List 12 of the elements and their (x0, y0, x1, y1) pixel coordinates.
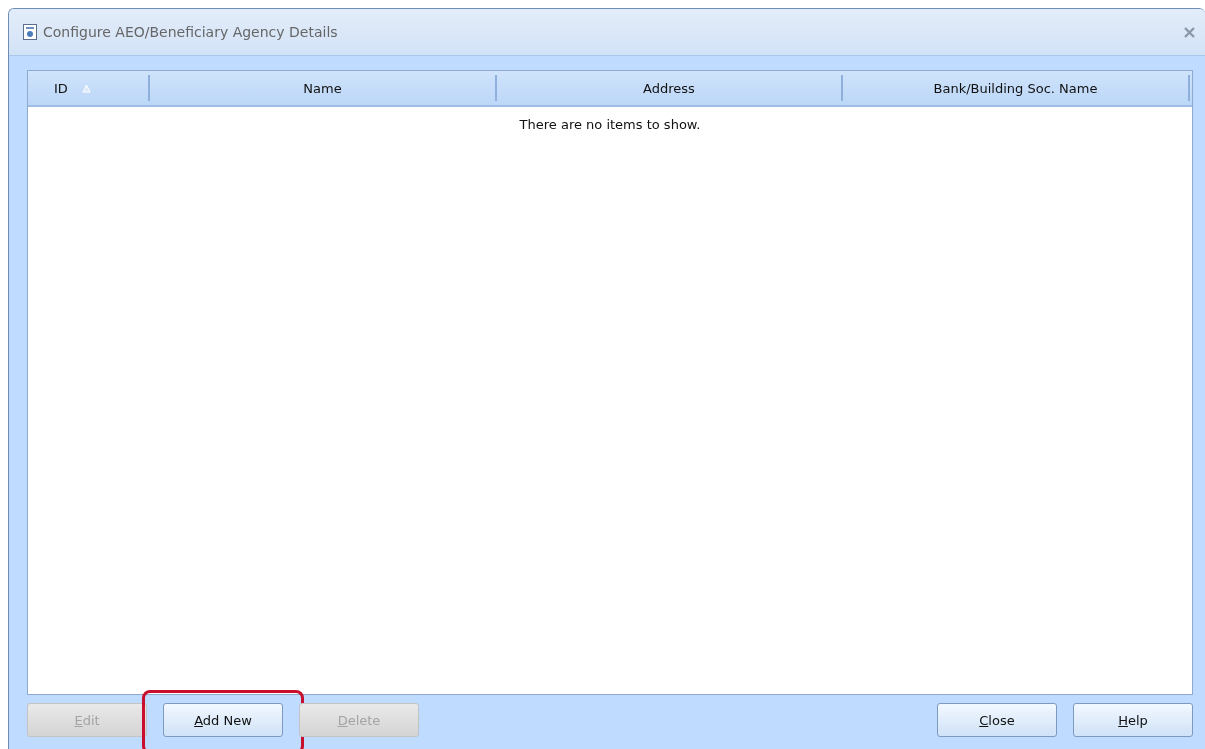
close-icon[interactable] (1184, 26, 1195, 38)
column-header[interactable]: ID (54, 80, 68, 96)
action-button[interactable]: Close (937, 703, 1057, 737)
action-button[interactable]: Help (1073, 703, 1193, 737)
highlighted-button[interactable]: Add New (163, 703, 283, 737)
sort-ascending-icon[interactable] (81, 83, 91, 93)
empty-message: There are no items to show. (519, 116, 701, 132)
column-header[interactable]: Name (303, 80, 342, 96)
column-header[interactable]: Bank/Building Soc. Name (933, 80, 1098, 96)
document-icon (23, 24, 37, 40)
window-title: Configure AEO/Beneficiary Agency Details (43, 24, 339, 40)
column-header[interactable]: Address (643, 80, 695, 96)
